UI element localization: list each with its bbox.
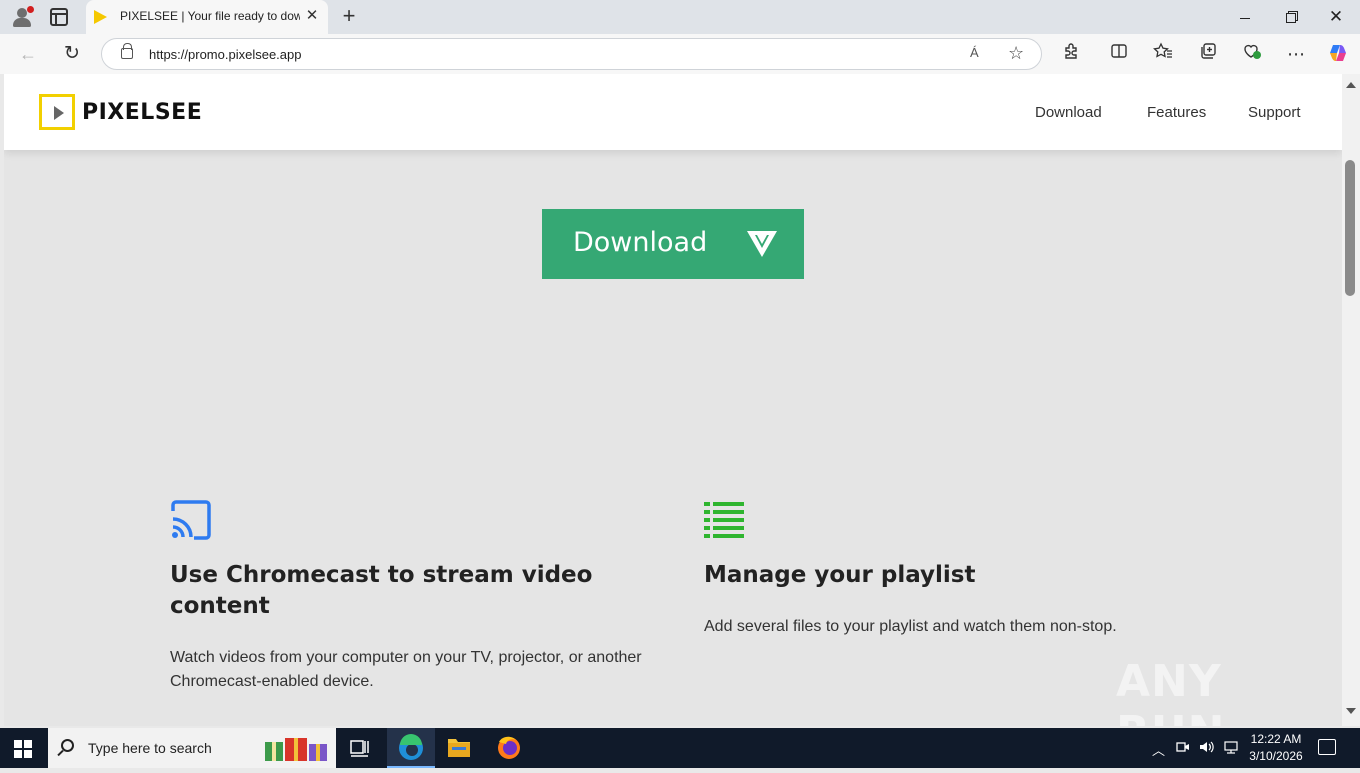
scroll-down-icon[interactable] (1346, 708, 1356, 714)
pixelsee-logo-icon[interactable] (39, 94, 75, 130)
feature-chromecast-description: Watch videos from your computer on your … (170, 649, 642, 690)
split-screen-icon[interactable] (1107, 42, 1131, 66)
feature-playlist-title: Manage your playlist (704, 562, 976, 588)
tab-actions-icon[interactable] (50, 8, 68, 26)
browser-tab[interactable]: PIXELSEE | Your file ready to download ✕ (86, 0, 328, 34)
minimize-button[interactable] (1225, 3, 1265, 31)
favorite-star-icon[interactable]: ☆ (1008, 43, 1024, 64)
extensions-icon[interactable] (1059, 42, 1083, 66)
cast-icon (171, 500, 211, 540)
anyrun-watermark: ANY RUN (1116, 656, 1224, 726)
reload-button[interactable]: ↻ (58, 40, 86, 68)
browser-toolbar: ← ↻ https://promo.pixelsee.app Á ☆ ⋯ (0, 34, 1360, 74)
nav-features-link[interactable]: Features (1147, 104, 1206, 121)
browser-titlebar: PIXELSEE | Your file ready to download ✕… (0, 0, 1360, 34)
scrollbar-thumb[interactable] (1345, 160, 1355, 296)
browser-essentials-icon[interactable] (1240, 42, 1264, 66)
url-text[interactable]: https://promo.pixelsee.app (149, 47, 301, 62)
tab-close-icon[interactable]: ✕ (303, 7, 321, 25)
clock-time: 12:22 AM (1250, 732, 1302, 746)
pixelsee-favicon-icon (94, 10, 107, 24)
tray-chevron-icon[interactable]: ︿ (1152, 740, 1165, 759)
site-logo-text[interactable]: PIXELSEE (82, 100, 202, 125)
page-scrollbar[interactable] (1342, 74, 1360, 726)
scroll-up-icon[interactable] (1346, 82, 1356, 88)
task-view-icon[interactable] (336, 728, 384, 768)
feature-playlist-description: Add several files to your playlist and w… (704, 618, 1117, 635)
page-viewport: PIXELSEE Download Features Support Downl… (4, 74, 1342, 726)
taskbar-search-box[interactable]: Type here to search (48, 728, 336, 768)
read-aloud-icon[interactable]: Á (970, 45, 979, 60)
windows-taskbar: Type here to search ︿ 12:22 AM 3/10/2026 (0, 728, 1360, 768)
gift-boxes-icon (265, 738, 327, 761)
lock-icon[interactable] (121, 43, 133, 59)
collections-icon[interactable] (1196, 42, 1220, 66)
firefox-icon[interactable] (485, 728, 533, 768)
nav-download-link[interactable]: Download (1035, 104, 1102, 121)
window-close-button[interactable]: ✕ (1316, 3, 1356, 31)
profile-icon[interactable] (10, 5, 34, 29)
nav-support-link[interactable]: Support (1248, 104, 1301, 121)
tab-title: PIXELSEE | Your file ready to download (120, 9, 300, 23)
search-placeholder: Type here to search (88, 740, 212, 756)
new-tab-button[interactable]: + (339, 5, 359, 29)
playlist-icon (704, 502, 744, 538)
clock-date: 3/10/2026 (1249, 749, 1303, 763)
volume-icon[interactable] (1199, 740, 1215, 757)
download-button[interactable]: Download (542, 209, 804, 279)
search-icon (61, 739, 74, 752)
site-header: PIXELSEE Download Features Support (4, 74, 1342, 150)
file-explorer-icon[interactable] (435, 728, 483, 768)
download-arrow-icon (747, 231, 777, 257)
download-button-label: Download (573, 227, 708, 258)
notifications-icon[interactable] (1318, 739, 1336, 755)
address-bar[interactable]: https://promo.pixelsee.app Á ☆ (101, 38, 1042, 70)
favorites-icon[interactable] (1151, 42, 1175, 66)
taskbar-clock[interactable]: 12:22 AM 3/10/2026 (1248, 731, 1304, 765)
back-button[interactable]: ← (14, 40, 42, 68)
windows-start-icon[interactable] (14, 740, 32, 758)
more-menu-icon[interactable]: ⋯ (1284, 42, 1308, 66)
network-icon[interactable] (1223, 740, 1239, 757)
feature-chromecast-title: Use Chromecast to stream video content (170, 562, 593, 619)
maximize-button[interactable] (1271, 3, 1311, 31)
edge-taskbar-icon[interactable] (387, 728, 435, 768)
copilot-icon[interactable] (1326, 42, 1350, 66)
meet-now-icon[interactable] (1176, 740, 1190, 757)
